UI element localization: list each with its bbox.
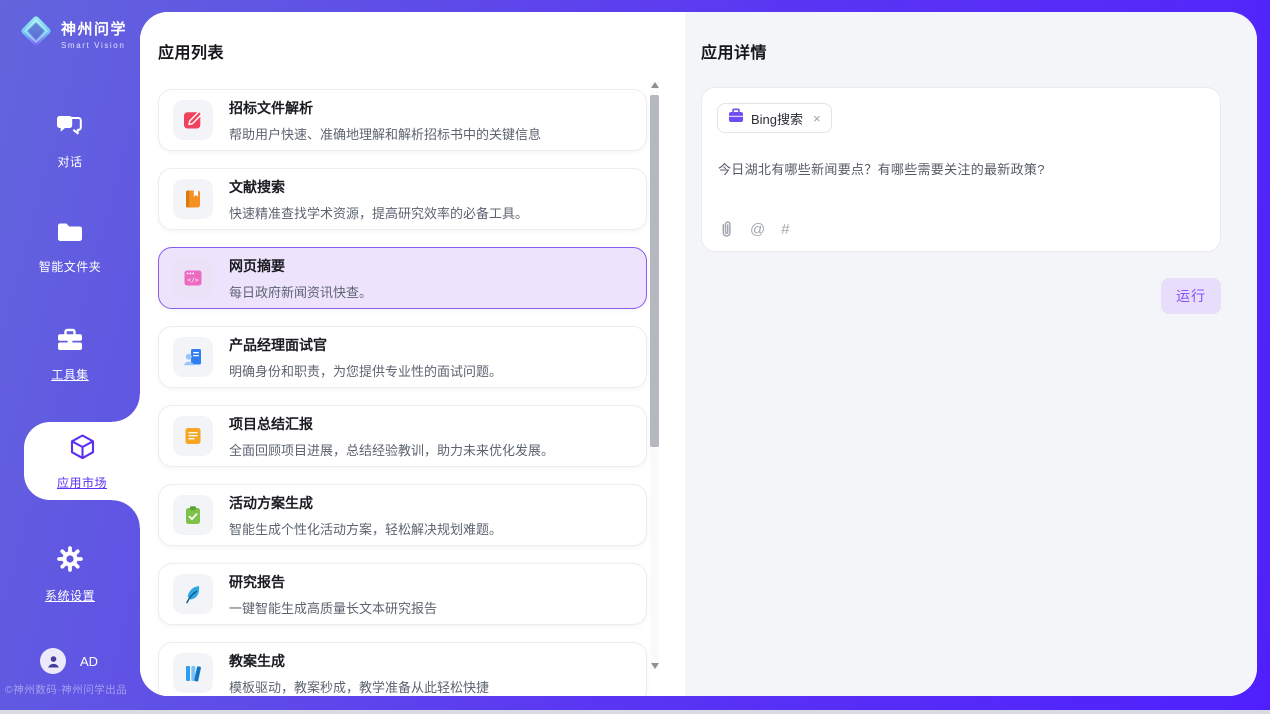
svg-text:</>: </>	[187, 277, 198, 284]
app-card-description: 明确身份和职责，为您提供专业性的面试问题。	[229, 361, 502, 380]
user-name: AD	[80, 654, 98, 669]
app-card-web-summary[interactable]: </> 网页摘要 每日政府新闻资讯快查。	[158, 247, 647, 309]
brand-diamond-icon	[18, 13, 54, 54]
app-card-title: 活动方案生成	[229, 493, 502, 513]
app-card-description: 一键智能生成高质量长文本研究报告	[229, 598, 437, 617]
scrollbar-up-arrow-icon[interactable]	[650, 81, 659, 90]
app-card-bid-document-analysis[interactable]: 招标文件解析 帮助用户快速、准确地理解和解析招标书中的关键信息	[158, 89, 647, 151]
app-card-description: 全面回顾项目进展，总结经验教训，助力未来优化发展。	[229, 440, 554, 459]
sidebar-item-smart-folder[interactable]: 智能文件夹	[0, 221, 140, 273]
app-card-title: 教案生成	[229, 651, 489, 671]
app-card-project-summary[interactable]: 项目总结汇报 全面回顾项目进展，总结经验教训，助力未来优化发展。	[158, 405, 647, 467]
app-card-title: 研究报告	[229, 572, 437, 592]
quill-icon	[173, 574, 213, 614]
sidebar: 神州问学 Smart Vision 对话	[0, 0, 140, 710]
briefcase-icon	[728, 108, 744, 128]
hashtag-icon[interactable]: #	[781, 221, 789, 238]
close-icon[interactable]: ×	[813, 112, 821, 125]
app-list-panel: 应用列表 招标文件解析 帮助用户快速、准确地理解和解析招标书中的关键信息	[140, 12, 685, 696]
sidebar-item-app-market[interactable]: 应用市场	[24, 422, 140, 500]
run-button[interactable]: 运行	[1161, 278, 1221, 314]
app-detail-panel: 应用详情 Bing搜索 × 今日湖北有哪些新闻要点？有哪些需要关注的最新政策?	[685, 12, 1257, 696]
sidebar-nav: 对话 智能文件夹	[0, 114, 140, 652]
interviewer-icon	[173, 337, 213, 377]
cube-icon	[67, 432, 98, 467]
app-card-description: 帮助用户快速、准确地理解和解析招标书中的关键信息	[229, 124, 541, 143]
sidebar-item-label: 系统设置	[45, 587, 95, 604]
clipboard-check-icon	[173, 495, 213, 535]
toolbox-icon	[56, 328, 84, 357]
app-card-title: 招标文件解析	[229, 98, 541, 118]
app-card-research-report[interactable]: 研究报告 一键智能生成高质量长文本研究报告	[158, 563, 647, 625]
list-scrollbar[interactable]	[650, 82, 659, 670]
browser-code-icon: </>	[173, 258, 213, 298]
app-card-pm-interviewer[interactable]: 产品经理面试官 明确身份和职责，为您提供专业性的面试问题。	[158, 326, 647, 388]
input-toolbar: @ #	[719, 220, 790, 238]
app-card-description: 快速精准查找学术资源，提高研究效率的必备工具。	[229, 203, 528, 222]
app-list-title: 应用列表	[140, 12, 685, 63]
main-container: 应用列表 招标文件解析 帮助用户快速、准确地理解和解析招标书中的关键信息	[140, 12, 1257, 696]
book-icon	[173, 179, 213, 219]
app-card-lesson-plan[interactable]: 教案生成 模板驱动，教案秒成，教学准备从此轻松快捷	[158, 642, 647, 696]
prompt-input-card[interactable]: Bing搜索 × 今日湖北有哪些新闻要点？有哪些需要关注的最新政策? @ #	[701, 87, 1221, 252]
app-list: 招标文件解析 帮助用户快速、准确地理解和解析招标书中的关键信息 文献搜索	[158, 89, 647, 696]
user-account[interactable]: AD	[40, 648, 98, 674]
sidebar-item-toolbox[interactable]: 工具集	[0, 328, 140, 380]
gear-icon	[56, 545, 84, 578]
sidebar-item-label: 应用市场	[57, 474, 107, 491]
app-card-title: 产品经理面试官	[229, 335, 502, 355]
app-detail-title: 应用详情	[701, 39, 1221, 63]
user-avatar-icon	[46, 654, 61, 669]
edit-pen-icon	[173, 100, 213, 140]
books-icon	[173, 653, 213, 693]
attachment-icon[interactable]	[719, 220, 734, 238]
scrollbar-thumb[interactable]	[650, 95, 659, 447]
run-row: 运行	[701, 278, 1221, 314]
brand-name: 神州问学	[61, 18, 127, 39]
app-card-title: 网页摘要	[229, 256, 372, 276]
scrollbar-down-arrow-icon[interactable]	[650, 661, 659, 670]
brand-subtitle: Smart Vision	[61, 41, 127, 50]
app-card-description: 每日政府新闻资讯快查。	[229, 282, 372, 301]
copyright-footer: ©神州数码·神州问学出品	[5, 682, 127, 697]
sidebar-item-settings[interactable]: 系统设置	[0, 545, 140, 597]
app-card-title: 文献搜索	[229, 177, 528, 197]
app-card-event-plan[interactable]: 活动方案生成 智能生成个性化活动方案，轻松解决规划难题。	[158, 484, 647, 546]
avatar[interactable]	[40, 648, 66, 674]
plugin-chip-label: Bing搜索	[751, 109, 803, 128]
sidebar-item-label: 智能文件夹	[39, 258, 102, 275]
app-card-title: 项目总结汇报	[229, 414, 554, 434]
app-card-literature-search[interactable]: 文献搜索 快速精准查找学术资源，提高研究效率的必备工具。	[158, 168, 647, 230]
folder-icon	[56, 221, 84, 249]
app-card-description: 智能生成个性化活动方案，轻松解决规划难题。	[229, 519, 502, 538]
sidebar-item-label: 工具集	[51, 366, 89, 383]
brand-logo: 神州问学 Smart Vision	[18, 13, 127, 54]
prompt-text[interactable]: 今日湖北有哪些新闻要点？有哪些需要关注的最新政策?	[718, 159, 1200, 178]
report-note-icon	[173, 416, 213, 456]
plugin-chip-bing-search[interactable]: Bing搜索 ×	[717, 103, 832, 133]
chat-icon	[56, 114, 84, 144]
app-card-description: 模板驱动，教案秒成，教学准备从此轻松快捷	[229, 677, 489, 696]
sidebar-item-label: 对话	[57, 153, 82, 170]
mention-icon[interactable]: @	[750, 221, 765, 238]
app-background: 神州问学 Smart Vision 对话	[0, 0, 1270, 710]
sidebar-item-chat[interactable]: 对话	[0, 114, 140, 166]
